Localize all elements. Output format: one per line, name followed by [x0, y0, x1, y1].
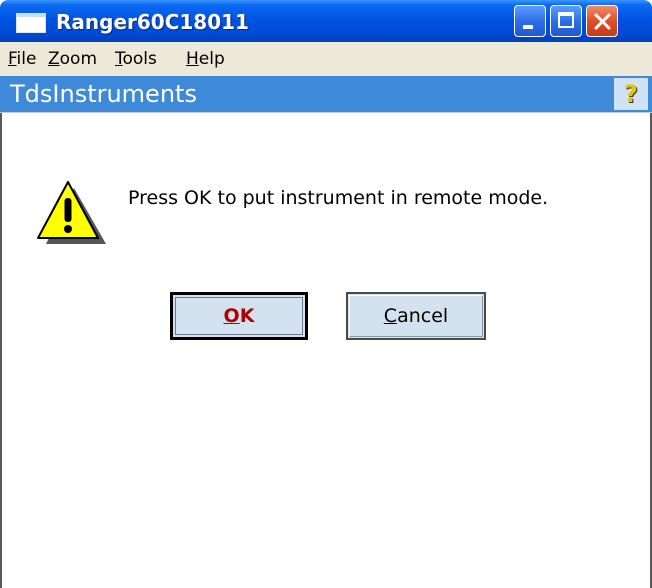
menu-help-mnemonic: H	[186, 49, 199, 69]
window-title: Ranger60C18011	[56, 10, 249, 34]
minimize-button[interactable]	[514, 5, 546, 37]
close-button[interactable]	[586, 5, 618, 37]
menu-bar: File Zoom Tools Help	[0, 42, 652, 76]
menu-tools-label: ools	[122, 49, 157, 69]
maximize-icon	[558, 12, 574, 28]
app-window: Ranger60C18011 File Zoom Tools Help TdsI…	[0, 0, 652, 588]
question-mark-icon: ?	[624, 80, 638, 108]
menu-zoom-mnemonic: Z	[48, 49, 60, 69]
ok-button-label: OK	[224, 305, 255, 327]
ok-button[interactable]: OK	[170, 292, 308, 340]
title-bar[interactable]: Ranger60C18011	[0, 0, 652, 42]
ok-button-text: K	[239, 305, 255, 327]
cancel-button-label: Cancel	[384, 305, 448, 327]
menu-zoom-label: oom	[59, 49, 98, 69]
menu-help-label: elp	[198, 49, 225, 69]
cancel-button-mnemonic: C	[383, 305, 398, 327]
page-title: TdsInstruments	[10, 80, 197, 108]
ok-button-mnemonic: O	[223, 305, 240, 327]
cancel-button[interactable]: Cancel	[346, 292, 486, 340]
maximize-button[interactable]	[550, 5, 582, 37]
menu-file[interactable]: File	[8, 49, 36, 69]
cancel-button-text: ancel	[397, 305, 449, 327]
menu-tools-mnemonic: T	[115, 49, 123, 69]
left-border	[0, 113, 2, 588]
app-window-icon	[16, 13, 46, 33]
menu-help[interactable]: Help	[186, 49, 225, 69]
help-button[interactable]: ?	[614, 78, 648, 110]
menu-file-label: ile	[16, 49, 37, 69]
menu-file-mnemonic: F	[8, 49, 17, 69]
header-divider	[0, 112, 652, 113]
header-band: TdsInstruments	[0, 76, 652, 112]
minimize-icon	[523, 25, 533, 29]
menu-zoom[interactable]: Zoom	[48, 49, 97, 69]
close-icon	[587, 6, 617, 36]
menu-tools[interactable]: Tools	[115, 49, 157, 69]
dialog-message: Press OK to put instrument in remote mod…	[128, 187, 549, 209]
warning-icon	[37, 181, 106, 244]
